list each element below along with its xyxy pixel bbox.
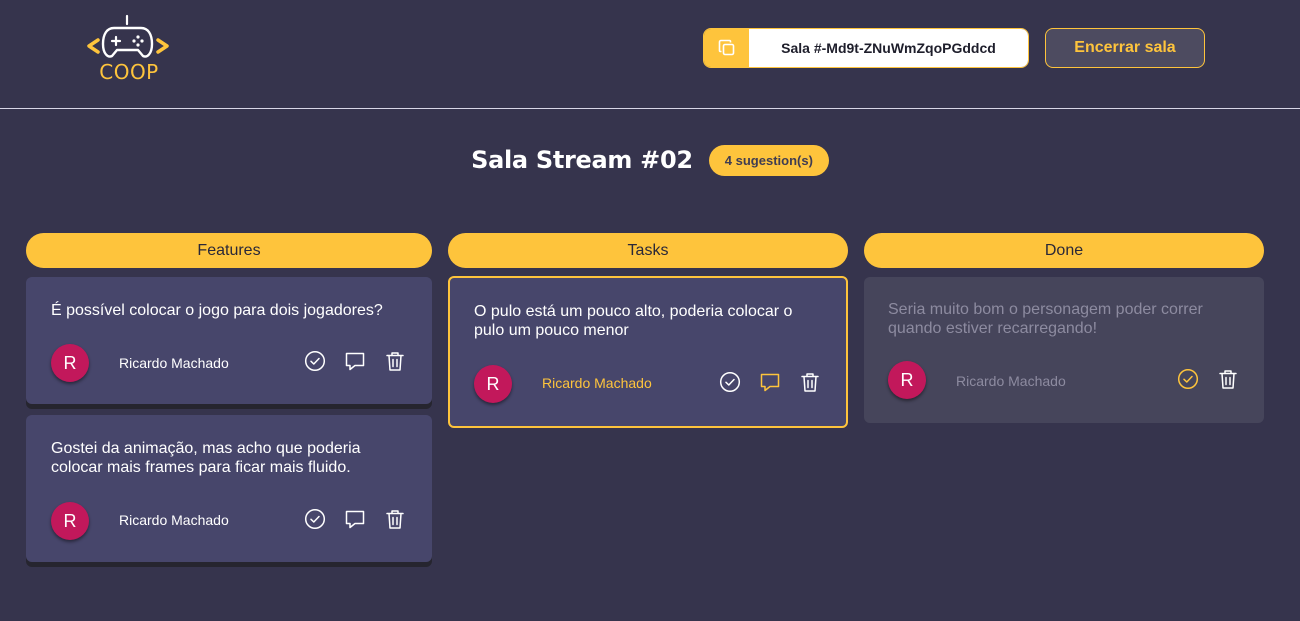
logo-text: COOP [99, 60, 159, 84]
trash-icon[interactable] [1216, 367, 1240, 391]
suggestion-text: É possível colocar o jogo para dois joga… [51, 302, 383, 319]
column-done: Done [864, 233, 1264, 268]
suggestion-card-done[interactable]: Seria muito bom o personagem poder corre… [864, 277, 1264, 423]
author-name: Ricardo Machado [119, 512, 229, 528]
check-circle-icon[interactable] [1176, 367, 1200, 391]
suggestion-text: Seria muito bom o personagem poder corre… [888, 301, 1203, 337]
avatar: R [474, 365, 512, 403]
trash-icon[interactable] [798, 370, 822, 394]
suggestion-card[interactable]: É possível colocar o jogo para dois joga… [26, 277, 432, 404]
trash-icon[interactable] [383, 507, 407, 531]
close-room-button[interactable]: Encerrar sala [1045, 28, 1205, 68]
avatar: R [51, 502, 89, 540]
comment-icon[interactable] [343, 349, 367, 373]
room-code-text: Sala #-Md9t-ZNuWmZqoPGddcd [749, 29, 1028, 67]
author-name: Ricardo Machado [956, 373, 1066, 389]
check-circle-icon[interactable] [303, 349, 327, 373]
trash-icon[interactable] [383, 349, 407, 373]
check-circle-icon[interactable] [718, 370, 742, 394]
suggestion-count-badge: 4 sugestion(s) [708, 144, 829, 176]
check-circle-icon[interactable] [303, 507, 327, 531]
copy-icon[interactable] [704, 29, 749, 67]
avatar: R [51, 344, 89, 382]
suggestion-text: Gostei da animação, mas acho que poderia… [51, 440, 361, 476]
suggestion-text: O pulo está um pouco alto, poderia coloc… [474, 303, 793, 339]
column-header-tasks: Tasks [448, 233, 848, 268]
suggestion-card[interactable]: Gostei da animação, mas acho que poderia… [26, 415, 432, 562]
room-title-row: Sala Stream #02 4 sugestion(s) [0, 144, 1300, 176]
avatar: R [888, 361, 926, 399]
comment-icon[interactable] [758, 370, 782, 394]
author-name: Ricardo Machado [542, 375, 652, 391]
app-header: COOP Sala #-Md9t-ZNuWmZqoPGddcd Encerrar… [0, 0, 1300, 109]
coop-logo[interactable]: COOP [86, 14, 170, 84]
comment-icon[interactable] [343, 507, 367, 531]
gamepad-icon [87, 14, 169, 58]
column-tasks: Tasks [448, 233, 848, 268]
suggestion-card-selected[interactable]: O pulo está um pouco alto, poderia coloc… [448, 276, 848, 428]
page-title: Sala Stream #02 [471, 146, 693, 174]
room-code-copy-button[interactable]: Sala #-Md9t-ZNuWmZqoPGddcd [703, 28, 1029, 68]
column-header-done: Done [864, 233, 1264, 268]
column-features: Features [26, 233, 432, 268]
author-name: Ricardo Machado [119, 355, 229, 371]
column-header-features: Features [26, 233, 432, 268]
